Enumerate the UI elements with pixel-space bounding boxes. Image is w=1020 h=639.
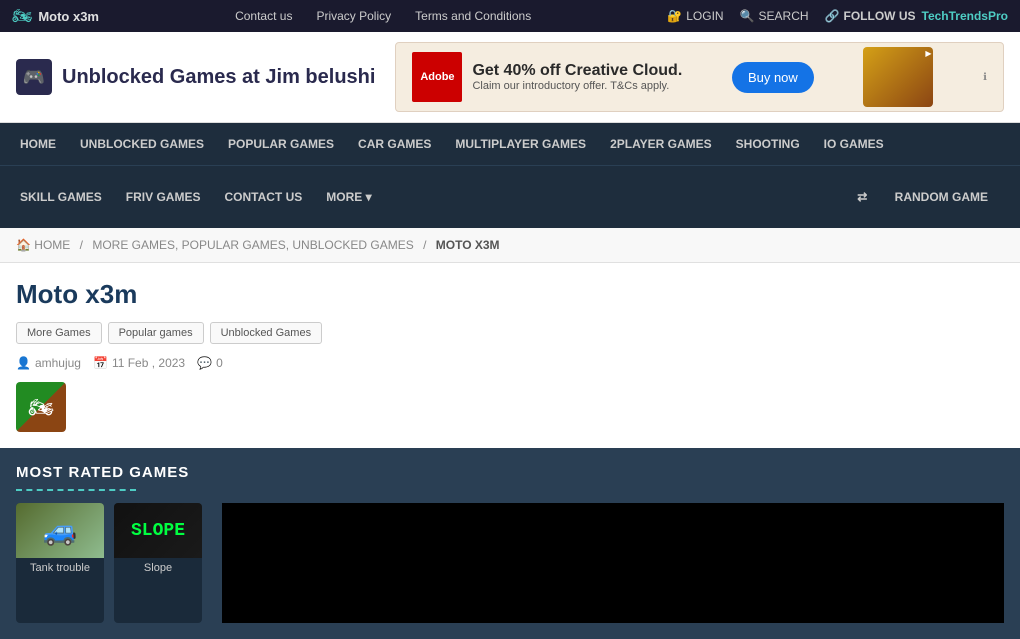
logo-icon: 🎮 <box>23 67 45 88</box>
nav-more[interactable]: MORE ▾ <box>314 178 383 216</box>
comments-count: 0 <box>216 356 223 370</box>
breadcrumb-middle[interactable]: MORE GAMES, POPULAR GAMES, UNBLOCKED GAM… <box>92 238 413 252</box>
secondary-nav: SKILL GAMES FRIV GAMES CONTACT US MORE ▾… <box>0 165 1020 228</box>
nav-io-games[interactable]: IO GAMES <box>812 123 896 165</box>
author-icon: 👤 <box>16 356 31 370</box>
nav-friv[interactable]: FRIV GAMES <box>114 178 213 216</box>
terms-link[interactable]: Terms and Conditions <box>415 9 531 23</box>
breadcrumb-home[interactable]: HOME <box>34 238 70 252</box>
header: 🎮 Unblocked Games at Jim belushi Adobe G… <box>0 32 1020 123</box>
ad-headline: Get 40% off Creative Cloud. <box>472 62 682 80</box>
search-icon: 🔍 <box>740 9 755 23</box>
privacy-link[interactable]: Privacy Policy <box>316 9 391 23</box>
author-name: amhujug <box>35 356 81 370</box>
nav-contact[interactable]: CONTACT US <box>212 178 314 216</box>
login-button[interactable]: 🔐 LOGIN <box>667 9 723 23</box>
site-name: Unblocked Games at Jim belushi <box>62 66 375 89</box>
most-rated-section: MOST RATED GAMES 🚙 Tank trouble SLOPE Sl… <box>0 448 1020 639</box>
ad-badge: ℹ <box>983 72 987 83</box>
game-area <box>222 503 1004 623</box>
search-button[interactable]: 🔍 SEARCH <box>740 9 809 23</box>
adobe-logo: Adobe <box>412 52 462 102</box>
top-bar-right: 🔐 LOGIN 🔍 SEARCH 🔗 FOLLOW US TechTrendsP… <box>667 9 1008 23</box>
primary-nav: HOME UNBLOCKED GAMES POPULAR GAMES CAR G… <box>0 123 1020 165</box>
most-rated-title: MOST RATED GAMES <box>16 464 1004 481</box>
breadcrumb: 🏠 HOME / MORE GAMES, POPULAR GAMES, UNBL… <box>0 228 1020 263</box>
ad-text: Get 40% off Creative Cloud. Claim our in… <box>472 62 682 92</box>
follow-brand: TechTrendsPro <box>922 9 1008 23</box>
contact-link[interactable]: Contact us <box>235 9 292 23</box>
tag-more-games[interactable]: More Games <box>16 322 102 344</box>
login-icon: 🔐 <box>667 9 682 23</box>
follow-label: FOLLOW US <box>844 9 916 23</box>
game-thumb-image: 🏍 <box>16 382 66 432</box>
game-thumbnail[interactable]: 🏍 <box>16 382 66 432</box>
nav-home[interactable]: HOME <box>8 123 68 165</box>
tag-popular[interactable]: Popular games <box>108 322 204 344</box>
ad-image: ▶ <box>863 47 933 107</box>
main-content: Moto x3m More Games Popular games Unbloc… <box>0 263 1020 639</box>
nav-unblocked[interactable]: UNBLOCKED GAMES <box>68 123 216 165</box>
slope-text: SLOPE <box>131 521 185 541</box>
post-meta: 👤 amhujug 📅 11 Feb , 2023 💬 0 <box>16 356 1004 370</box>
logo-image: 🎮 <box>16 59 52 95</box>
breadcrumb-current: MOTO X3M <box>436 238 500 252</box>
ad-subtext: Claim our introductory offer. T&Cs apply… <box>472 80 682 92</box>
tag-list: More Games Popular games Unblocked Games <box>16 322 1004 344</box>
breadcrumb-sep2: / <box>423 238 426 252</box>
game-card-tank-trouble[interactable]: 🚙 Tank trouble <box>16 503 104 623</box>
follow-button[interactable]: 🔗 FOLLOW US TechTrendsPro <box>825 9 1008 23</box>
date-value: 11 Feb , 2023 <box>112 356 185 370</box>
ad-buy-button[interactable]: Buy now <box>732 62 814 93</box>
breadcrumb-home-icon: 🏠 <box>16 238 31 252</box>
comments-icon: 💬 <box>197 356 212 370</box>
advertisement-banner[interactable]: Adobe Get 40% off Creative Cloud. Claim … <box>395 42 1004 112</box>
post-comments: 💬 0 <box>197 356 223 370</box>
top-bar-title: Moto x3m <box>38 9 99 24</box>
nav-2player[interactable]: 2PLAYER GAMES <box>598 123 724 165</box>
tank-icon: 🚙 <box>43 514 78 547</box>
nav-multiplayer[interactable]: MULTIPLAYER GAMES <box>443 123 598 165</box>
game-card-slope[interactable]: SLOPE Slope <box>114 503 202 623</box>
most-rated-divider <box>16 489 136 491</box>
date-icon: 📅 <box>93 356 108 370</box>
nav-shooting[interactable]: SHOOTING <box>724 123 812 165</box>
tank-trouble-label: Tank trouble <box>16 558 104 578</box>
top-bar-nav: Contact us Privacy Policy Terms and Cond… <box>235 9 531 23</box>
top-bar-left: 🏍 Moto x3m <box>12 6 99 26</box>
nav-popular[interactable]: POPULAR GAMES <box>216 123 346 165</box>
motox3m-icon: 🏍 <box>12 6 32 26</box>
ad-adobe-section: Adobe Get 40% off Creative Cloud. Claim … <box>412 52 682 102</box>
top-bar: 🏍 Moto x3m Contact us Privacy Policy Ter… <box>0 0 1020 32</box>
page-title: Moto x3m <box>16 279 1004 310</box>
tank-trouble-image: 🚙 <box>16 503 104 558</box>
share-icon: 🔗 <box>825 9 840 23</box>
random-game-button[interactable]: ⇄ RANDOM GAME <box>833 166 1012 228</box>
breadcrumb-sep1: / <box>80 238 83 252</box>
search-label: SEARCH <box>759 9 809 23</box>
nav-skill[interactable]: SKILL GAMES <box>8 178 114 216</box>
nav-car-games[interactable]: CAR GAMES <box>346 123 443 165</box>
header-logo: 🎮 Unblocked Games at Jim belushi <box>16 59 375 95</box>
slope-image: SLOPE <box>114 503 202 558</box>
random-icon: ⇄ <box>845 178 879 216</box>
tag-unblocked[interactable]: Unblocked Games <box>210 322 323 344</box>
games-grid: 🚙 Tank trouble SLOPE Slope <box>16 503 1004 623</box>
random-label: RANDOM GAME <box>883 178 1000 216</box>
post-author: 👤 amhujug <box>16 356 81 370</box>
post-date: 📅 11 Feb , 2023 <box>93 356 185 370</box>
slope-label: Slope <box>114 558 202 578</box>
login-label: LOGIN <box>686 9 723 23</box>
